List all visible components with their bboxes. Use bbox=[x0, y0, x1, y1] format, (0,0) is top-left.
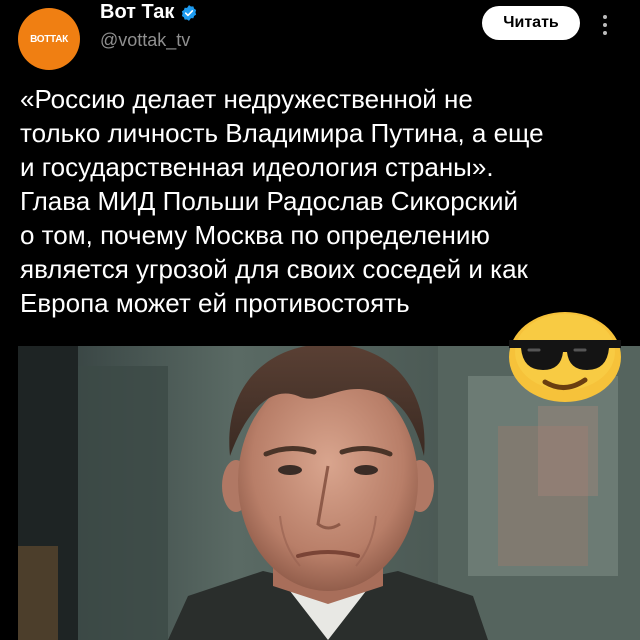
avatar[interactable]: ВОТТАК bbox=[18, 8, 80, 70]
tweet-line: о том, почему Москва по определению bbox=[20, 220, 490, 250]
tweet-header: ВОТТАК Вот Так @vottak_tv Читать bbox=[0, 0, 640, 72]
avatar-logo: ВОТТАК bbox=[30, 33, 68, 45]
sunglasses-emoji-icon bbox=[509, 312, 621, 402]
tweet-line: является угрозой для своих соседей и как bbox=[20, 254, 528, 284]
display-name[interactable]: Вот Так bbox=[100, 1, 174, 24]
verified-badge-icon bbox=[182, 4, 197, 21]
follow-button[interactable]: Читать bbox=[482, 6, 580, 40]
tweet-text: «Россию делает недружественной не только… bbox=[20, 82, 628, 320]
tweet-line: только личность Владимира Путина, а еще bbox=[20, 118, 544, 148]
name-row: Вот Так bbox=[100, 1, 198, 24]
tweet-line: Глава МИД Польши Радослав Сикорский bbox=[20, 186, 519, 216]
more-vertical-icon[interactable] bbox=[600, 14, 610, 36]
tweet-line: «Россию делает недружественной не bbox=[20, 84, 473, 114]
tweet-line: и государственная идеология страны». bbox=[20, 152, 494, 182]
handle[interactable]: @vottak_tv bbox=[100, 30, 190, 51]
